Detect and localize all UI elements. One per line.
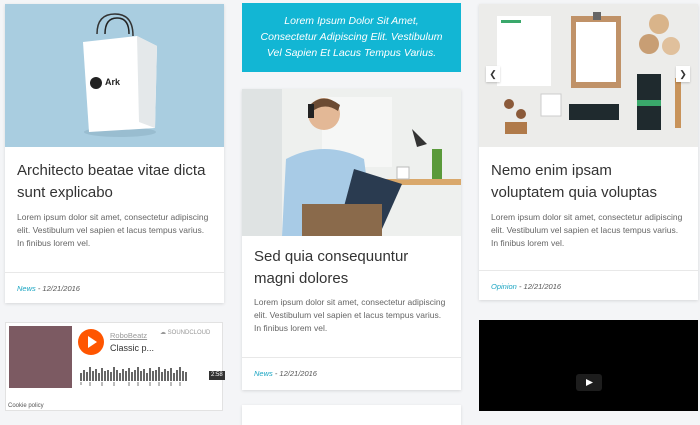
post-meta: News - 12/21/2016 bbox=[5, 272, 224, 303]
soundcloud-logo: ☁ SOUNDCLOUD bbox=[160, 329, 210, 336]
cookie-policy-link[interactable]: Cookie policy bbox=[8, 403, 44, 409]
video-play-button[interactable] bbox=[576, 374, 602, 391]
post-date: - 12/21/2016 bbox=[35, 284, 80, 293]
post-card: ❮ ❯ Nemo enim ipsam voluptatem quia volu… bbox=[479, 4, 698, 300]
post-category[interactable]: Opinion bbox=[491, 282, 517, 291]
cloud-icon: ☁ bbox=[160, 330, 166, 336]
play-button[interactable] bbox=[78, 329, 104, 355]
post-title[interactable]: Nemo enim ipsam voluptatem quia voluptas bbox=[491, 160, 686, 204]
play-icon bbox=[88, 336, 97, 348]
post-meta: News - 12/21/2016 bbox=[242, 357, 461, 388]
chevron-right-icon: ❯ bbox=[679, 69, 687, 79]
carousel-prev-button[interactable]: ❮ bbox=[486, 66, 500, 82]
post-excerpt: Lorem ipsum dolor sit amet, consectetur … bbox=[491, 212, 683, 248]
post-excerpt: Lorem ipsum dolor sit amet, consectetur … bbox=[254, 297, 446, 333]
waveform[interactable] bbox=[78, 361, 208, 387]
post-excerpt: Lorem ipsum dolor sit amet, consectetur … bbox=[17, 212, 209, 248]
post-image-carousel[interactable]: ❮ ❯ bbox=[479, 4, 698, 147]
soundcloud-brand: SOUNDCLOUD bbox=[167, 330, 211, 336]
quote-text: Lorem Ipsum Dolor Sit Amet, Consectetur … bbox=[260, 15, 443, 59]
shopping-bag-image bbox=[83, 13, 157, 137]
chevron-left-icon: ❮ bbox=[489, 69, 497, 79]
track-duration: 2:58 bbox=[209, 371, 225, 380]
post-card bbox=[242, 405, 461, 425]
post-title[interactable]: Sed quia consequuntur magni dolores bbox=[254, 246, 449, 290]
post-meta: Opinion - 12/21/2016 bbox=[479, 270, 698, 300]
man-on-phone-image bbox=[242, 89, 461, 236]
track-title[interactable]: Classic p... bbox=[110, 343, 154, 353]
play-icon bbox=[586, 379, 593, 386]
carousel-next-button[interactable]: ❯ bbox=[676, 66, 690, 82]
quote-block: Lorem Ipsum Dolor Sit Amet, Consectetur … bbox=[242, 3, 461, 72]
track-artwork bbox=[9, 326, 72, 388]
bag-logo-text: Ark bbox=[105, 77, 121, 87]
post-date: - 12/21/2016 bbox=[516, 282, 562, 291]
post-title[interactable]: Architecto beatae vitae dicta sunt expli… bbox=[17, 160, 212, 204]
post-category[interactable]: News bbox=[17, 284, 36, 293]
post-category[interactable]: News bbox=[254, 369, 273, 378]
branding-mockup-image bbox=[479, 4, 698, 147]
post-card: Sed quia consequuntur magni dolores Lore… bbox=[242, 89, 461, 390]
post-card: Ark Architecto beatae vitae dicta sunt e… bbox=[5, 4, 224, 303]
soundcloud-widget: RoboBeatz Classic p... ☁ SOUNDCLOUD 2:58… bbox=[5, 322, 225, 411]
post-date: - 12/21/2016 bbox=[272, 369, 317, 378]
video-player[interactable] bbox=[479, 320, 698, 411]
post-image[interactable]: Ark bbox=[5, 4, 224, 147]
post-image[interactable] bbox=[242, 89, 461, 236]
track-artist[interactable]: RoboBeatz bbox=[110, 331, 147, 340]
